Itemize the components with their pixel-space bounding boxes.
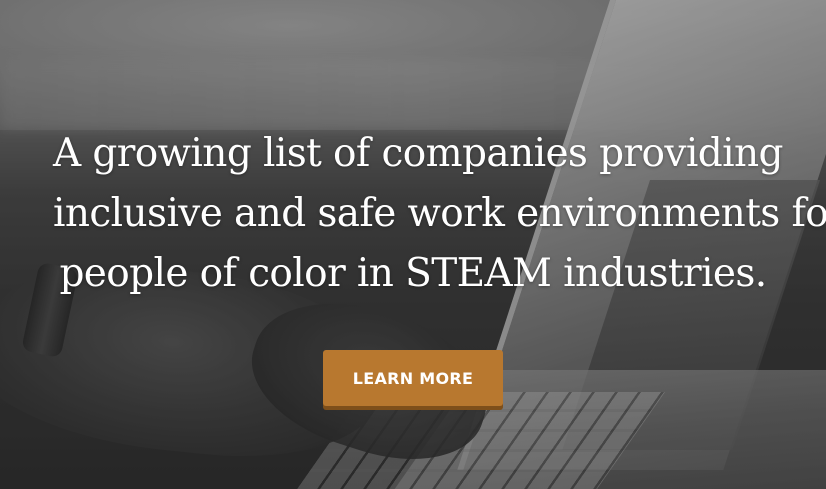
hero-content: A growing list of companies providing in… <box>0 0 826 489</box>
learn-more-button[interactable]: LEARN MORE <box>323 350 503 406</box>
hero-headline: A growing list of companies providing in… <box>53 124 826 304</box>
headline-line-2: inclusive and safe work environments for <box>53 191 826 236</box>
headline-line-3: people of color in STEAM industries. <box>59 251 767 296</box>
hero-section: A growing list of companies providing in… <box>0 0 826 489</box>
headline-line-1: A growing list of companies providing <box>53 131 783 176</box>
